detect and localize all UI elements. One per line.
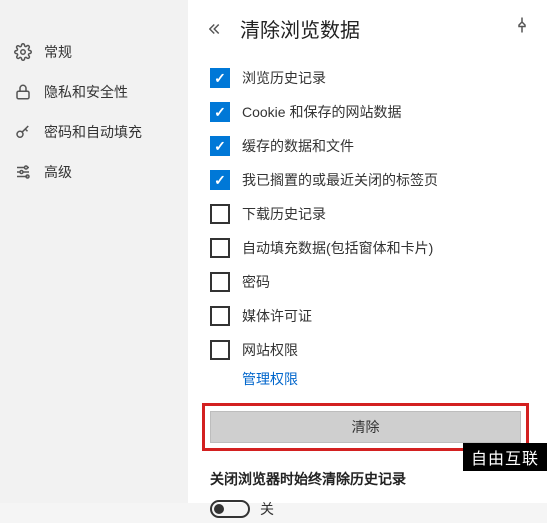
sidebar-item-label: 高级	[44, 162, 72, 182]
option-label: 自动填充数据(包括窗体和卡片)	[242, 238, 433, 258]
checkbox[interactable]	[210, 102, 230, 122]
option-label: 网站权限	[242, 340, 298, 360]
option-passwords[interactable]: 密码	[210, 265, 525, 299]
clear-button[interactable]: 清除	[210, 411, 521, 443]
gear-icon	[14, 43, 32, 61]
sidebar-item-advanced[interactable]: 高级	[0, 152, 188, 192]
option-download-history[interactable]: 下载历史记录	[210, 197, 525, 231]
toggle-state-label: 关	[260, 499, 274, 519]
panel-title: 清除浏览数据	[240, 14, 360, 43]
option-label: 媒体许可证	[242, 306, 312, 326]
sidebar-item-general[interactable]: 常规	[0, 32, 188, 72]
checkbox[interactable]	[210, 170, 230, 190]
option-label: 缓存的数据和文件	[242, 136, 354, 156]
panel-header: 清除浏览数据	[188, 0, 547, 61]
option-site-permissions[interactable]: 网站权限	[210, 333, 525, 367]
checkbox[interactable]	[210, 306, 230, 326]
manage-permissions-link[interactable]: 管理权限	[210, 369, 298, 389]
checkbox[interactable]	[210, 68, 230, 88]
clear-options-list: 浏览历史记录 Cookie 和保存的网站数据 缓存的数据和文件 我已搁置的或最近…	[188, 61, 547, 397]
pin-button[interactable]	[513, 16, 533, 36]
main-panel: 清除浏览数据 浏览历史记录 Cookie 和保存的网站数据 缓存的数据和文件 我…	[188, 0, 547, 503]
checkbox[interactable]	[210, 204, 230, 224]
option-label: 密码	[242, 272, 270, 292]
checkbox[interactable]	[210, 272, 230, 292]
key-icon	[14, 123, 32, 141]
option-cookies[interactable]: Cookie 和保存的网站数据	[210, 95, 525, 129]
option-media-licenses[interactable]: 媒体许可证	[210, 299, 525, 333]
checkbox[interactable]	[210, 238, 230, 258]
sliders-icon	[14, 163, 32, 181]
lock-icon	[14, 83, 32, 101]
checkbox[interactable]	[210, 136, 230, 156]
option-autofill[interactable]: 自动填充数据(包括窗体和卡片)	[210, 231, 525, 265]
sidebar-item-privacy[interactable]: 隐私和安全性	[0, 72, 188, 112]
option-label: 我已搁置的或最近关闭的标签页	[242, 170, 438, 190]
option-label: 浏览历史记录	[242, 68, 326, 88]
checkbox[interactable]	[210, 340, 230, 360]
watermark: 自由互联	[463, 443, 547, 471]
back-button[interactable]	[206, 17, 230, 41]
sidebar-item-label: 密码和自动填充	[44, 122, 142, 142]
option-cached[interactable]: 缓存的数据和文件	[210, 129, 525, 163]
option-label: Cookie 和保存的网站数据	[242, 102, 401, 122]
sidebar-item-label: 隐私和安全性	[44, 82, 128, 102]
sidebar-item-label: 常规	[44, 42, 72, 62]
settings-sidebar: 常规 隐私和安全性 密码和自动填充 高级	[0, 0, 188, 503]
option-label: 下载历史记录	[242, 204, 326, 224]
always-clear-toggle-row: 关	[188, 495, 547, 523]
sidebar-item-passwords[interactable]: 密码和自动填充	[0, 112, 188, 152]
option-browsing-history[interactable]: 浏览历史记录	[210, 61, 525, 95]
option-tabs-set-aside[interactable]: 我已搁置的或最近关闭的标签页	[210, 163, 525, 197]
